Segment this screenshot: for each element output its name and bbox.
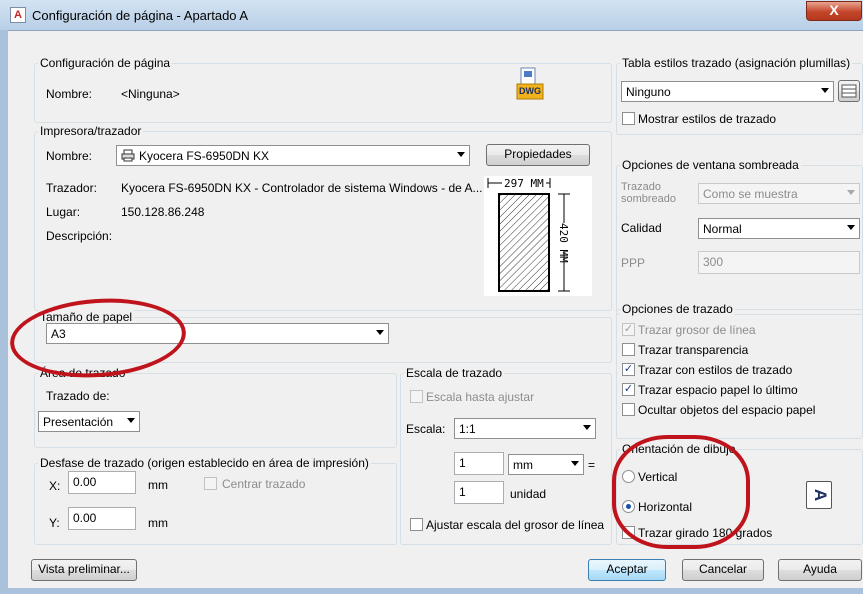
scale-dropdown[interactable]: 1:1 xyxy=(454,418,596,439)
autocad-app-icon: A xyxy=(10,7,26,23)
paper-height-label: 420 MM xyxy=(557,223,570,263)
plot-option-label: Trazar espacio papel lo último xyxy=(638,383,798,397)
shade-plot-value: Como se muestra xyxy=(703,187,798,201)
ok-button[interactable]: Aceptar xyxy=(588,559,666,581)
quality-value: Normal xyxy=(703,222,742,236)
chevron-down-icon xyxy=(583,425,591,430)
chevron-down-icon xyxy=(457,152,465,157)
plotter-description-label: Descripción: xyxy=(46,229,113,243)
plot-area-value: Presentación xyxy=(43,415,114,429)
scale-equals-sign: = xyxy=(588,458,596,472)
chevron-down-icon xyxy=(571,461,579,466)
plot-style-table-dropdown[interactable]: Ninguno xyxy=(621,81,834,102)
plotter-location-value: 150.128.86.248 xyxy=(121,205,205,219)
dpi-input[interactable]: 300 xyxy=(698,251,860,274)
scale-unit-value: mm xyxy=(513,458,533,472)
orientation-preview-icon: A xyxy=(806,481,832,509)
page-setup-name-label: Nombre: xyxy=(46,87,93,101)
plot-area-what-label: Trazado de: xyxy=(46,389,110,403)
cancel-button[interactable]: Cancelar xyxy=(682,559,764,581)
scale-unit2-label: unidad xyxy=(510,487,547,501)
dialog-window: A Configuración de página - Apartado A X… xyxy=(0,0,863,594)
plot-option-label: Trazar con estilos de trazado xyxy=(638,363,793,377)
shaded-viewport-group-label: Opciones de ventana sombreada xyxy=(620,158,801,172)
plot-option-label: Ocultar objetos del espacio papel xyxy=(638,403,816,417)
annotation-circle-orientation xyxy=(612,435,750,549)
preview-button[interactable]: Vista preliminar... xyxy=(31,559,137,581)
scale-label: Escala: xyxy=(406,422,446,436)
plot-option-label: Trazar grosor de línea xyxy=(638,323,756,337)
edit-table-icon xyxy=(841,84,857,98)
properties-button[interactable]: Propiedades xyxy=(486,144,590,166)
plotter-name-label: Nombre: xyxy=(46,149,93,163)
fit-to-paper-checkbox[interactable] xyxy=(410,390,423,403)
title-bar[interactable]: A Configuración de página - Apartado A X xyxy=(0,0,863,30)
window-title: Configuración de página - Apartado A xyxy=(32,8,249,23)
plot-options-group-label: Opciones de trazado xyxy=(620,302,735,316)
plot-style-table-value: Ninguno xyxy=(626,85,671,99)
scale-value1-input[interactable]: 1 xyxy=(454,452,504,475)
fit-to-paper-label: Escala hasta ajustar xyxy=(426,390,535,404)
offset-y-unit: mm xyxy=(148,516,168,530)
shade-plot-label: Trazado sombreado xyxy=(621,181,677,205)
plotter-driver-label: Trazador: xyxy=(46,181,97,195)
quality-dropdown[interactable]: Normal xyxy=(698,218,860,239)
dwg-file-icon: DWG xyxy=(516,67,544,101)
scale-value: 1:1 xyxy=(459,422,476,436)
plot-option-checkbox[interactable]: ✓ xyxy=(622,363,635,376)
plot-area-dropdown[interactable]: Presentación xyxy=(38,411,140,432)
help-button[interactable]: Ayuda xyxy=(778,559,862,581)
offset-x-unit: mm xyxy=(148,478,168,492)
printer-icon xyxy=(121,149,135,162)
dwg-icon-label: DWG xyxy=(519,86,541,96)
chevron-down-icon xyxy=(127,418,135,423)
center-plot-label: Centrar trazado xyxy=(222,477,306,491)
plot-option-checkbox[interactable]: ✓ xyxy=(622,323,635,336)
paper-preview: 297 MM 420 MM xyxy=(484,176,592,296)
offset-x-label: X: xyxy=(49,479,61,493)
display-plot-styles-label: Mostrar estilos de trazado xyxy=(638,112,777,126)
plot-option-checkbox[interactable] xyxy=(622,343,635,356)
offset-x-input[interactable]: 0.00 xyxy=(68,471,136,494)
orientation-letter: A xyxy=(811,488,830,502)
plotter-name-dropdown[interactable]: Kyocera FS-6950DN KX xyxy=(116,145,470,166)
paper-width-label: 297 MM xyxy=(502,177,546,190)
chevron-down-icon xyxy=(847,190,855,195)
plot-option-checkbox[interactable] xyxy=(622,403,635,416)
scale-unit-dropdown[interactable]: mm xyxy=(508,454,584,475)
offset-y-label: Y: xyxy=(49,516,60,530)
plotter-group-label: Impresora/trazador xyxy=(38,124,144,138)
plotter-driver-value: Kyocera FS-6950DN KX - Controlador de si… xyxy=(121,181,483,195)
edit-plot-style-button[interactable] xyxy=(838,80,860,102)
plot-option-label: Trazar transparencia xyxy=(638,343,749,357)
page-setup-name-value: <Ninguna> xyxy=(121,87,180,101)
close-button[interactable]: X xyxy=(806,1,862,21)
plot-style-table-group-label: Tabla estilos trazado (asignación plumil… xyxy=(620,56,853,70)
dpi-label: PPP xyxy=(621,256,646,270)
scale-lineweights-label: Ajustar escala del grosor de línea xyxy=(426,518,605,532)
shade-plot-dropdown[interactable]: Como se muestra xyxy=(698,183,860,204)
chevron-down-icon xyxy=(376,330,384,335)
chevron-down-icon xyxy=(847,225,855,230)
quality-label: Calidad xyxy=(621,221,662,235)
scale-lineweights-checkbox[interactable] xyxy=(410,518,423,531)
offset-y-input[interactable]: 0.00 xyxy=(68,507,136,530)
plotter-location-label: Lugar: xyxy=(46,205,81,219)
plot-offset-group-label: Desfase de trazado (origen establecido e… xyxy=(38,456,371,470)
display-plot-styles-checkbox[interactable] xyxy=(622,112,635,125)
dialog-body: Configuración de página Nombre: <Ninguna… xyxy=(7,30,863,588)
plotter-name-value: Kyocera FS-6950DN KX xyxy=(139,149,270,163)
page-setup-group-label: Configuración de página xyxy=(38,56,173,70)
plot-option-checkbox[interactable]: ✓ xyxy=(622,383,635,396)
center-plot-checkbox[interactable] xyxy=(204,477,217,490)
plot-scale-group-label: Escala de trazado xyxy=(404,366,505,380)
scale-value2-input[interactable]: 1 xyxy=(454,481,504,504)
chevron-down-icon xyxy=(821,88,829,93)
